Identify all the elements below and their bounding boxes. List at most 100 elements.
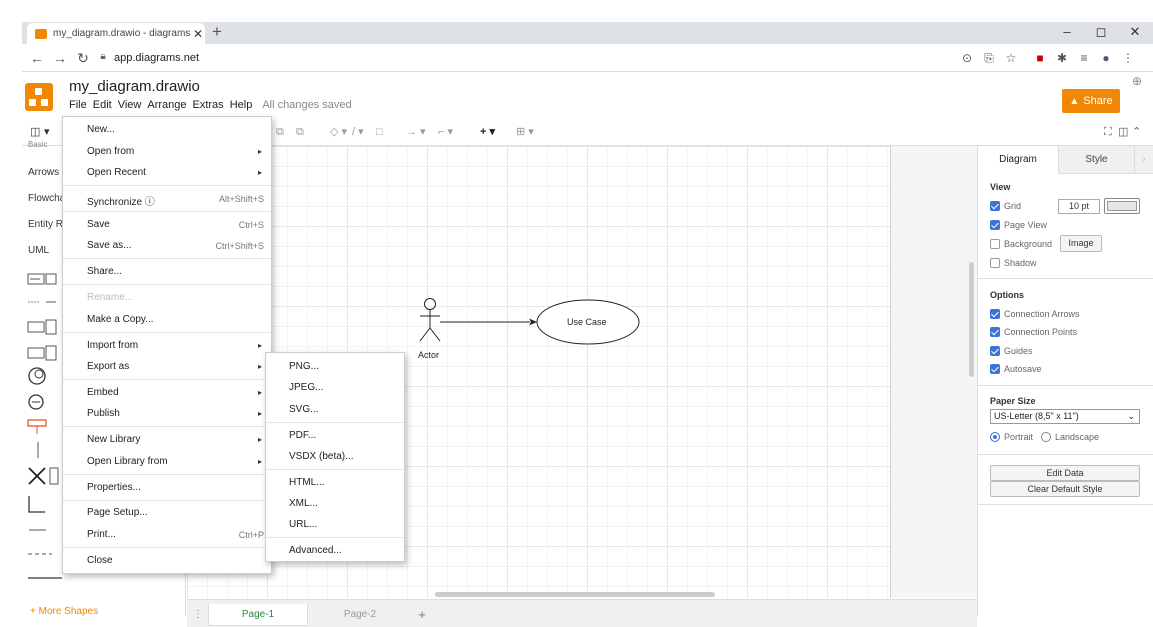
export-png[interactable]: PNG... <box>289 361 319 372</box>
page-view-checkbox[interactable] <box>990 220 1000 230</box>
connection-points-option[interactable]: Connection Points <box>990 327 1077 337</box>
menu-item-open-library-from[interactable]: Open Library from <box>87 456 168 467</box>
actor-shape[interactable] <box>419 298 441 342</box>
menu-item-open-from[interactable]: Open from <box>87 146 134 157</box>
location-icon[interactable]: ⊙ <box>958 49 976 67</box>
tab-more[interactable]: › <box>1134 146 1153 174</box>
export-vsdx[interactable]: VSDX (beta)... <box>289 451 353 462</box>
waypoints-icon[interactable]: ⌐ ▾ <box>438 124 453 140</box>
portrait-radio[interactable] <box>990 432 1000 442</box>
autosave-checkbox[interactable] <box>990 364 1000 374</box>
line-color-icon[interactable]: / ▾ <box>352 124 364 140</box>
menu-arrange[interactable]: Arrange <box>147 99 189 111</box>
page-view-option[interactable]: Page View <box>990 220 1047 230</box>
share-button[interactable]: ▲ Share <box>1062 89 1120 113</box>
horizontal-scrollbar[interactable] <box>435 592 715 597</box>
minimize-button[interactable]: – <box>1050 22 1084 44</box>
tab-style[interactable]: Style <box>1058 146 1134 174</box>
reload-icon[interactable]: ↻ <box>73 48 93 68</box>
export-url[interactable]: URL... <box>289 519 317 530</box>
profile-avatar-icon[interactable]: ● <box>1097 49 1115 67</box>
menu-item-save[interactable]: Save <box>87 219 110 230</box>
menu-item-new[interactable]: New... <box>87 124 115 135</box>
shadow-checkbox[interactable] <box>990 258 1000 268</box>
menu-edit[interactable]: Edit <box>93 99 115 111</box>
menu-item-make-copy[interactable]: Make a Copy... <box>87 314 154 325</box>
association-connector[interactable] <box>440 318 537 326</box>
menu-item-export-as[interactable]: Export as <box>87 361 129 372</box>
shape-category-uml[interactable]: UML <box>28 245 49 256</box>
extensions-puzzle-icon[interactable]: ✱ <box>1053 49 1071 67</box>
pdf-extension-icon[interactable]: ■ <box>1031 49 1049 67</box>
bookmark-star-icon[interactable]: ☆ <box>1002 49 1020 67</box>
fullscreen-icon[interactable]: ⛶ <box>1104 124 1112 140</box>
pages-menu-icon[interactable]: ⋮ <box>190 604 206 626</box>
window-close-button[interactable]: ✕ <box>1118 22 1152 44</box>
tab-page-1[interactable]: Page-1 <box>208 604 308 626</box>
format-panel-icon[interactable]: ◫ <box>30 124 40 140</box>
grid-size-input[interactable]: 10 pt <box>1058 199 1100 214</box>
menu-extras[interactable]: Extras <box>193 99 227 111</box>
menu-item-embed[interactable]: Embed <box>87 387 119 398</box>
image-button[interactable]: Image <box>1060 235 1102 252</box>
tab-diagram[interactable]: Diagram <box>978 146 1058 174</box>
restore-button[interactable]: ◻ <box>1084 22 1118 44</box>
menu-item-import-from[interactable]: Import from <box>87 340 138 351</box>
connection-points-checkbox[interactable] <box>990 327 1000 337</box>
collapse-icon[interactable]: ⌃ <box>1132 124 1141 140</box>
tab-page-2[interactable]: Page-2 <box>310 604 410 626</box>
guides-checkbox[interactable] <box>990 346 1000 356</box>
menu-file[interactable]: File <box>69 99 90 111</box>
menu-help[interactable]: Help <box>230 99 256 111</box>
insert-plus-icon[interactable]: + ▾ <box>480 124 495 140</box>
tab-close-icon[interactable]: ✕ <box>191 27 205 41</box>
menu-view[interactable]: View <box>118 99 145 111</box>
to-back-icon[interactable]: ⧉ <box>296 124 304 140</box>
clear-default-style-button[interactable]: Clear Default Style <box>990 481 1140 497</box>
paper-size-select[interactable]: US-Letter (8,5" x 11") ⌄ <box>990 409 1140 424</box>
more-shapes-link[interactable]: + More Shapes <box>30 606 98 617</box>
format-panel-toggle-icon[interactable]: ◫ <box>1118 124 1128 140</box>
menu-item-synchronize[interactable]: Synchronize ⓘ <box>87 193 155 208</box>
browser-menu-icon[interactable]: ⋮ <box>1119 49 1137 67</box>
document-title[interactable]: my_diagram.drawio <box>69 78 200 95</box>
menu-item-publish[interactable]: Publish <box>87 408 120 419</box>
menu-item-close[interactable]: Close <box>87 555 113 566</box>
back-arrow-icon[interactable]: ← <box>27 48 47 68</box>
connection-icon[interactable]: → ▾ <box>406 124 426 140</box>
reading-list-icon[interactable]: ≡ <box>1075 49 1093 67</box>
export-jpeg[interactable]: JPEG... <box>289 382 323 393</box>
grid-color-button[interactable] <box>1104 198 1140 214</box>
export-html[interactable]: HTML... <box>289 477 325 488</box>
autosave-option[interactable]: Autosave <box>990 364 1042 374</box>
background-option[interactable]: Background <box>990 239 1052 249</box>
menu-item-properties[interactable]: Properties... <box>87 482 141 493</box>
menu-item-open-recent[interactable]: Open Recent <box>87 167 146 178</box>
connection-arrows-checkbox[interactable] <box>990 309 1000 319</box>
shape-category-arrows[interactable]: Arrows <box>28 167 59 178</box>
vertical-scrollbar[interactable] <box>969 262 974 377</box>
grid-checkbox[interactable] <box>990 201 1000 211</box>
export-pdf[interactable]: PDF... <box>289 430 316 441</box>
new-tab-button[interactable]: + <box>207 22 227 44</box>
guides-option[interactable]: Guides <box>990 346 1033 356</box>
background-checkbox[interactable] <box>990 239 1000 249</box>
cast-icon[interactable]: ⎘ <box>980 49 998 67</box>
shadow-option[interactable]: Shadow <box>990 258 1037 268</box>
add-page-button[interactable]: + <box>414 604 430 626</box>
menu-item-share[interactable]: Share... <box>87 266 122 277</box>
shape-category-basic[interactable]: Basic <box>28 140 48 149</box>
url-field[interactable]: 🔒︎ app.diagrams.net <box>96 48 936 68</box>
shadow-icon[interactable]: □ <box>376 124 383 140</box>
menu-item-page-setup[interactable]: Page Setup... <box>87 507 148 518</box>
menu-item-save-as[interactable]: Save as... <box>87 240 131 251</box>
connection-arrows-option[interactable]: Connection Arrows <box>990 309 1080 319</box>
browser-tab[interactable]: my_diagram.drawio - diagrams.n ✕ <box>27 23 205 44</box>
to-front-icon[interactable]: ⧉ <box>276 124 284 140</box>
language-globe-icon[interactable]: ⊕ <box>1129 74 1145 90</box>
fill-color-icon[interactable]: ◇ ▾ <box>330 124 347 140</box>
edit-data-button[interactable]: Edit Data <box>990 465 1140 481</box>
menu-item-print[interactable]: Print... <box>87 529 116 540</box>
uml-shape-palette[interactable] <box>26 268 62 588</box>
grid-option[interactable]: Grid <box>990 201 1021 211</box>
